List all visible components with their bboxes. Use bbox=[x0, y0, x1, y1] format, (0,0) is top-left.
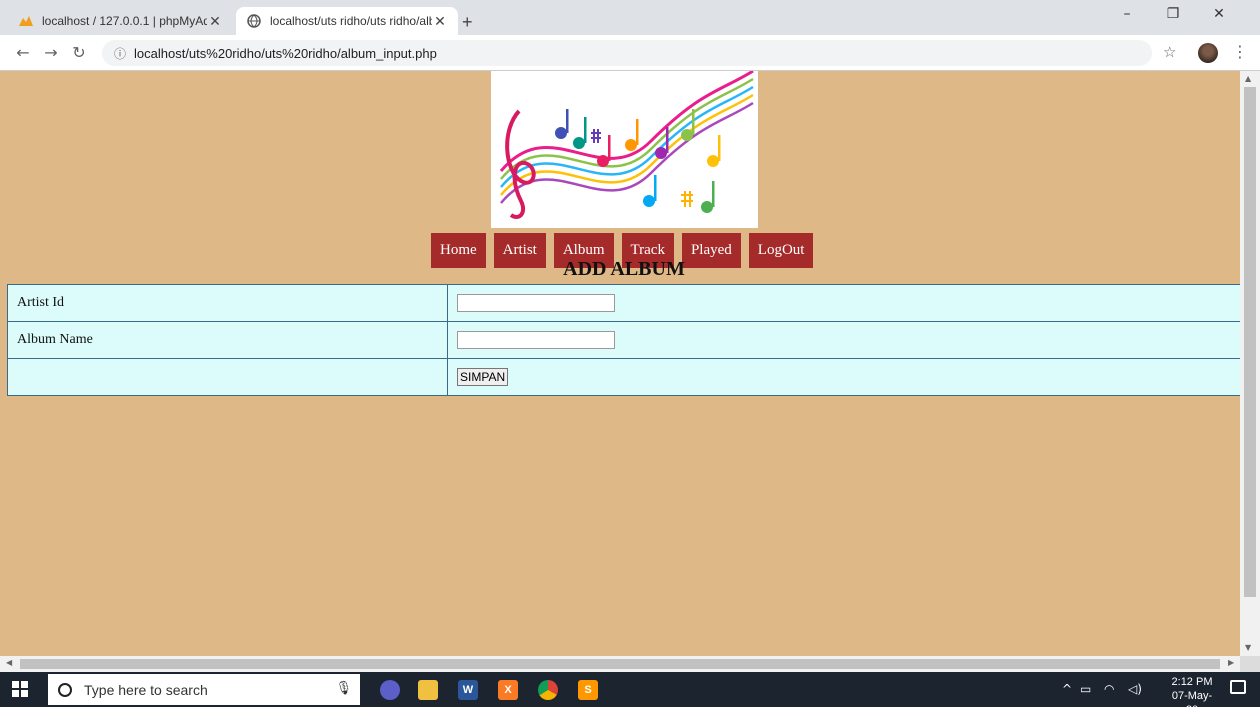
network-icon[interactable]: ▭ bbox=[1080, 682, 1091, 696]
pma-icon bbox=[18, 13, 34, 29]
minimize-button[interactable]: – bbox=[1112, 6, 1142, 22]
reload-icon[interactable]: ↻ bbox=[68, 43, 90, 62]
add-album-form: Artist Id Album Name SIMPAN bbox=[7, 284, 1240, 396]
form-row-submit: SIMPAN bbox=[7, 358, 1240, 396]
horizontal-scroll-thumb[interactable] bbox=[20, 659, 1220, 669]
album-name-label: Album Name bbox=[7, 321, 448, 359]
eclipse-icon[interactable] bbox=[380, 680, 400, 700]
xampp-icon[interactable]: X bbox=[498, 680, 518, 700]
restore-button[interactable]: ❐ bbox=[1158, 6, 1188, 22]
scroll-up-icon[interactable]: ▲ bbox=[1245, 74, 1251, 83]
notification-center-icon[interactable] bbox=[1230, 680, 1246, 694]
artist-id-label: Artist Id bbox=[7, 284, 448, 322]
windows-start-icon[interactable] bbox=[12, 681, 28, 697]
tray-chevron-icon[interactable]: ^ bbox=[1062, 682, 1072, 696]
taskbar-search-box[interactable]: Type here to search 🎙 bbox=[48, 674, 360, 705]
bookmark-star-icon[interactable]: ☆ bbox=[1163, 43, 1176, 61]
cortana-icon bbox=[58, 682, 72, 697]
music-notes-image bbox=[491, 71, 758, 228]
scroll-down-icon[interactable]: ▼ bbox=[1245, 643, 1251, 652]
tab-title: localhost / 127.0.0.1 | phpMyAdm bbox=[42, 14, 207, 28]
music-notes-banner bbox=[491, 71, 758, 228]
wifi-icon[interactable]: ◠ bbox=[1104, 682, 1114, 696]
search-placeholder: Type here to search bbox=[84, 681, 208, 698]
horizontal-scrollbar[interactable]: ◀ ▶ bbox=[0, 656, 1240, 672]
sublime-text-icon[interactable]: S bbox=[578, 680, 598, 700]
word-icon[interactable]: W bbox=[458, 680, 478, 700]
profile-avatar[interactable] bbox=[1198, 43, 1218, 63]
new-tab-button[interactable]: + bbox=[462, 12, 473, 33]
artist-id-input[interactable] bbox=[457, 293, 615, 312]
windows-taskbar: Type here to search 🎙 W X S ^ ▭ ◠ ◁) 2:1… bbox=[0, 672, 1260, 707]
close-window-button[interactable]: ✕ bbox=[1204, 6, 1234, 22]
vertical-scroll-thumb[interactable] bbox=[1244, 87, 1256, 597]
back-arrow-icon[interactable]: ← bbox=[12, 43, 34, 62]
clock-date: 07-May-20 bbox=[1171, 690, 1213, 707]
form-row-artist-id: Artist Id bbox=[7, 284, 1240, 322]
microphone-icon[interactable]: 🎙 bbox=[335, 681, 352, 696]
tab-phpmyadmin[interactable]: localhost / 127.0.0.1 | phpMyAdm ✕ bbox=[8, 7, 233, 35]
info-icon[interactable]: ⓘ bbox=[114, 45, 126, 62]
address-bar[interactable]: ⓘ localhost/uts%20ridho/uts%20ridho/albu… bbox=[102, 40, 1152, 66]
scrollbar-corner bbox=[1240, 656, 1260, 672]
url-text: localhost/uts%20ridho/uts%20ridho/album_… bbox=[134, 45, 437, 61]
browser-menu-icon[interactable]: ⋮ bbox=[1232, 42, 1248, 61]
simpan-button[interactable]: SIMPAN bbox=[457, 368, 509, 386]
scroll-left-icon[interactable]: ◀ bbox=[6, 658, 12, 667]
page-viewport: Home Artist Album Track Played LogOut AD… bbox=[0, 71, 1240, 656]
file-explorer-icon[interactable] bbox=[418, 680, 438, 700]
forward-arrow-icon[interactable]: → bbox=[40, 43, 62, 62]
page-title: ADD ALBUM bbox=[563, 258, 685, 280]
vertical-scrollbar[interactable]: ▲ ▼ bbox=[1240, 71, 1260, 656]
form-row-album-name: Album Name bbox=[7, 321, 1240, 359]
globe-icon bbox=[246, 13, 262, 29]
tab-close-icon[interactable]: ✕ bbox=[207, 13, 223, 30]
scroll-right-icon[interactable]: ▶ bbox=[1228, 658, 1234, 667]
chrome-icon[interactable] bbox=[538, 680, 558, 700]
volume-icon[interactable]: ◁) bbox=[1128, 682, 1142, 696]
album-name-input[interactable] bbox=[457, 330, 615, 349]
taskbar-clock[interactable]: 2:12 PM 07-May-20 bbox=[1170, 675, 1214, 707]
browser-tab-strip: localhost / 127.0.0.1 | phpMyAdm ✕ local… bbox=[0, 0, 1260, 35]
tab-album-input[interactable]: localhost/uts ridho/uts ridho/alb ✕ bbox=[236, 7, 458, 35]
clock-time: 2:12 PM bbox=[1171, 676, 1213, 688]
tab-title: localhost/uts ridho/uts ridho/alb bbox=[270, 14, 432, 28]
tab-close-icon[interactable]: ✕ bbox=[432, 13, 448, 30]
browser-toolbar: ← → ↻ ⓘ localhost/uts%20ridho/uts%20ridh… bbox=[0, 35, 1260, 71]
